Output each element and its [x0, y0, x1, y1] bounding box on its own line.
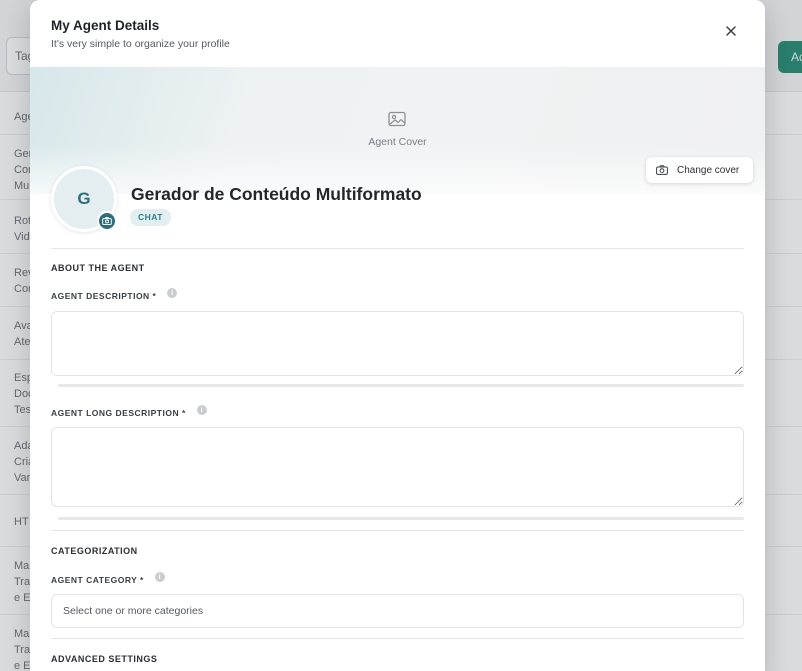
info-icon[interactable]: i — [167, 288, 178, 298]
camera-icon — [102, 217, 112, 225]
description-label: AGENT DESCRIPTION * i — [51, 288, 178, 301]
close-button[interactable] — [720, 20, 742, 42]
section-title-about: ABOUT THE AGENT — [51, 263, 145, 273]
divider — [51, 530, 744, 531]
section-title-advanced: ADVANCED SETTINGS — [51, 654, 158, 664]
close-icon — [726, 26, 736, 36]
category-select[interactable]: Select one or more categories — [51, 594, 744, 628]
info-icon[interactable]: i — [154, 572, 165, 582]
description-track — [58, 384, 744, 387]
divider — [51, 638, 744, 639]
camera-icon — [656, 165, 668, 175]
agent-type-badge: CHAT — [130, 209, 171, 226]
agent-name: Gerador de Conteúdo Multiformato — [131, 184, 422, 204]
info-icon[interactable]: i — [196, 405, 207, 415]
section-title-categorization: CATEGORIZATION — [51, 546, 138, 556]
change-cover-label: Change cover — [677, 164, 740, 176]
long-description-label-text: AGENT LONG DESCRIPTION * — [51, 408, 186, 418]
modal-header: My Agent Details It's very simple to org… — [30, 0, 765, 67]
long-description-textarea[interactable] — [51, 427, 744, 507]
modal-subtitle: It's very simple to organize your profil… — [51, 38, 230, 50]
description-label-text: AGENT DESCRIPTION * — [51, 291, 157, 301]
long-description-track — [58, 517, 744, 520]
category-label-text: AGENT CATEGORY * — [51, 575, 144, 585]
image-icon — [388, 111, 406, 127]
category-label: AGENT CATEGORY * i — [51, 572, 165, 585]
cover-label: Agent Cover — [368, 136, 427, 148]
change-cover-button[interactable]: Change cover — [646, 157, 753, 183]
divider — [51, 248, 744, 249]
modal-title: My Agent Details — [51, 18, 160, 33]
long-description-label: AGENT LONG DESCRIPTION * i — [51, 405, 207, 418]
avatar-upload-button[interactable] — [97, 211, 117, 231]
description-textarea[interactable] — [51, 311, 744, 376]
agent-details-modal: My Agent Details It's very simple to org… — [30, 0, 765, 671]
